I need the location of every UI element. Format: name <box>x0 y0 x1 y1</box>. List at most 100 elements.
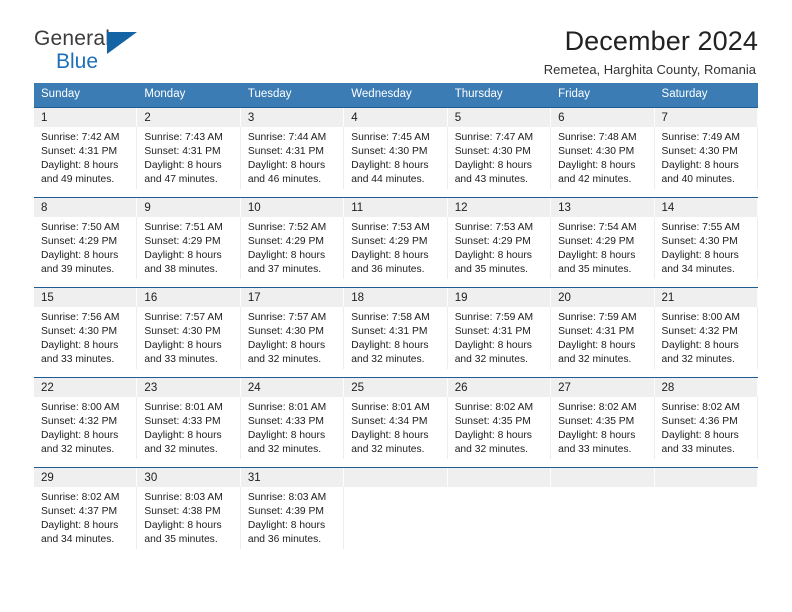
day-cell[interactable]: 2 Sunrise: 7:43 AM Sunset: 4:31 PM Dayli… <box>137 106 241 197</box>
daylight-text-line2: and 46 minutes. <box>247 174 322 186</box>
day-cell[interactable]: 3 Sunrise: 7:44 AM Sunset: 4:31 PM Dayli… <box>240 106 345 197</box>
week-row: 15 Sunrise: 7:56 AM Sunset: 4:30 PM Dayl… <box>34 286 758 377</box>
sunrise-text: Sunrise: 7:43 AM <box>144 131 223 143</box>
sunrise-text: Sunrise: 7:59 AM <box>558 311 637 323</box>
day-cell[interactable]: 22 Sunrise: 8:00 AM Sunset: 4:32 PM Dayl… <box>34 376 138 467</box>
day-number: 24 <box>240 377 345 397</box>
day-details: Sunrise: 7:47 AM Sunset: 4:30 PM Dayligh… <box>448 126 552 190</box>
day-number: 19 <box>447 287 552 307</box>
brand-logo[interactable]: General Blue <box>34 26 154 72</box>
day-number: 21 <box>654 287 758 307</box>
day-cell[interactable]: 26 Sunrise: 8:02 AM Sunset: 4:35 PM Dayl… <box>447 376 552 467</box>
day-cell[interactable]: 11 Sunrise: 7:53 AM Sunset: 4:29 PM Dayl… <box>344 196 448 287</box>
day-number: 22 <box>34 377 138 397</box>
day-details: Sunrise: 7:57 AM Sunset: 4:30 PM Dayligh… <box>241 306 345 370</box>
sunset-text: Sunset: 4:34 PM <box>351 415 428 427</box>
day-cell[interactable]: 25 Sunrise: 8:01 AM Sunset: 4:34 PM Dayl… <box>344 376 448 467</box>
day-number: 31 <box>240 467 345 487</box>
sunrise-text: Sunrise: 8:00 AM <box>661 311 740 323</box>
day-cell[interactable]: 6 Sunrise: 7:48 AM Sunset: 4:30 PM Dayli… <box>551 106 655 197</box>
sunset-text: Sunset: 4:30 PM <box>661 145 738 157</box>
sunset-text: Sunset: 4:31 PM <box>41 145 118 157</box>
daylight-text-line1: Daylight: 8 hours <box>454 159 532 171</box>
sunrise-text: Sunrise: 7:48 AM <box>558 131 637 143</box>
day-details: Sunrise: 8:02 AM Sunset: 4:36 PM Dayligh… <box>655 396 758 460</box>
day-details: Sunrise: 7:53 AM Sunset: 4:29 PM Dayligh… <box>344 216 448 280</box>
day-number <box>447 467 552 487</box>
sunrise-text: Sunrise: 7:52 AM <box>247 221 327 233</box>
day-cell[interactable]: 15 Sunrise: 7:56 AM Sunset: 4:30 PM Dayl… <box>34 286 138 377</box>
daylight-text-line2: and 39 minutes. <box>41 264 115 276</box>
day-cell[interactable]: 9 Sunrise: 7:51 AM Sunset: 4:29 PM Dayli… <box>137 196 241 287</box>
day-cell[interactable]: 19 Sunrise: 7:59 AM Sunset: 4:31 PM Dayl… <box>447 286 552 377</box>
day-cell[interactable]: 27 Sunrise: 8:02 AM Sunset: 4:35 PM Dayl… <box>551 376 655 467</box>
daylight-text-line2: and 35 minutes. <box>454 264 528 276</box>
day-cell[interactable]: 21 Sunrise: 8:00 AM Sunset: 4:32 PM Dayl… <box>654 286 758 377</box>
sunset-text: Sunset: 4:37 PM <box>41 505 118 517</box>
day-cell[interactable]: 8 Sunrise: 7:50 AM Sunset: 4:29 PM Dayli… <box>34 196 138 287</box>
sunrise-text: Sunrise: 8:03 AM <box>144 491 223 503</box>
daylight-text-line2: and 34 minutes. <box>41 534 115 546</box>
daylight-text-line1: Daylight: 8 hours <box>144 519 222 531</box>
day-cell[interactable]: 20 Sunrise: 7:59 AM Sunset: 4:31 PM Dayl… <box>551 286 655 377</box>
day-cell[interactable]: 31 Sunrise: 8:03 AM Sunset: 4:39 PM Dayl… <box>240 466 345 557</box>
daylight-text-line1: Daylight: 8 hours <box>247 519 326 531</box>
daylight-text-line2: and 32 minutes. <box>144 444 218 456</box>
sunset-text: Sunset: 4:30 PM <box>41 325 118 337</box>
sunset-text: Sunset: 4:30 PM <box>558 145 635 157</box>
sunset-text: Sunset: 4:32 PM <box>661 325 738 337</box>
day-cell[interactable]: 17 Sunrise: 7:57 AM Sunset: 4:30 PM Dayl… <box>240 286 345 377</box>
day-cell[interactable]: 12 Sunrise: 7:53 AM Sunset: 4:29 PM Dayl… <box>447 196 552 287</box>
sunrise-text: Sunrise: 7:42 AM <box>41 131 120 143</box>
sunset-text: Sunset: 4:33 PM <box>247 415 324 427</box>
sunset-text: Sunset: 4:36 PM <box>661 415 738 427</box>
day-details: Sunrise: 7:52 AM Sunset: 4:29 PM Dayligh… <box>241 216 345 280</box>
day-cell[interactable]: 5 Sunrise: 7:47 AM Sunset: 4:30 PM Dayli… <box>447 106 552 197</box>
day-number: 2 <box>137 107 241 127</box>
daylight-text-line2: and 36 minutes. <box>247 534 322 546</box>
sunrise-text: Sunrise: 7:47 AM <box>454 131 534 143</box>
daylight-text-line2: and 33 minutes. <box>144 354 218 366</box>
day-details: Sunrise: 7:48 AM Sunset: 4:30 PM Dayligh… <box>551 126 655 190</box>
weekday-header-tuesday: Tuesday <box>240 83 345 107</box>
day-cell[interactable]: 4 Sunrise: 7:45 AM Sunset: 4:30 PM Dayli… <box>344 106 448 197</box>
calendar-body: 1 Sunrise: 7:42 AM Sunset: 4:31 PM Dayli… <box>34 106 758 557</box>
daylight-text-line1: Daylight: 8 hours <box>454 429 532 441</box>
day-cell[interactable]: 24 Sunrise: 8:01 AM Sunset: 4:33 PM Dayl… <box>240 376 345 467</box>
sunset-text: Sunset: 4:31 PM <box>351 325 428 337</box>
day-details: Sunrise: 7:51 AM Sunset: 4:29 PM Dayligh… <box>137 216 241 280</box>
daylight-text-line2: and 32 minutes. <box>661 354 735 366</box>
weekday-header-wednesday: Wednesday <box>344 83 448 107</box>
sunrise-text: Sunrise: 7:45 AM <box>351 131 430 143</box>
calendar-page: General Blue December 2024 Remetea, Harg… <box>0 0 792 612</box>
weekday-header-row: Sunday Monday Tuesday Wednesday Thursday… <box>34 83 758 107</box>
day-cell[interactable]: 10 Sunrise: 7:52 AM Sunset: 4:29 PM Dayl… <box>240 196 345 287</box>
day-cell[interactable]: 28 Sunrise: 8:02 AM Sunset: 4:36 PM Dayl… <box>654 376 758 467</box>
sunset-text: Sunset: 4:30 PM <box>661 235 738 247</box>
daylight-text-line1: Daylight: 8 hours <box>41 249 119 261</box>
day-details: Sunrise: 7:44 AM Sunset: 4:31 PM Dayligh… <box>241 126 345 190</box>
daylight-text-line2: and 40 minutes. <box>661 174 735 186</box>
day-number: 15 <box>34 287 138 307</box>
daylight-text-line1: Daylight: 8 hours <box>144 429 222 441</box>
daylight-text-line1: Daylight: 8 hours <box>661 159 739 171</box>
weekday-header-saturday: Saturday <box>654 83 758 107</box>
day-cell[interactable]: 29 Sunrise: 8:02 AM Sunset: 4:37 PM Dayl… <box>34 466 138 557</box>
day-cell[interactable]: 1 Sunrise: 7:42 AM Sunset: 4:31 PM Dayli… <box>34 106 138 197</box>
sunrise-text: Sunrise: 7:57 AM <box>144 311 223 323</box>
day-number: 18 <box>344 287 448 307</box>
day-details: Sunrise: 7:53 AM Sunset: 4:29 PM Dayligh… <box>448 216 552 280</box>
day-cell[interactable]: 30 Sunrise: 8:03 AM Sunset: 4:38 PM Dayl… <box>137 466 241 557</box>
day-details: Sunrise: 7:45 AM Sunset: 4:30 PM Dayligh… <box>344 126 448 190</box>
day-cell[interactable]: 18 Sunrise: 7:58 AM Sunset: 4:31 PM Dayl… <box>344 286 448 377</box>
day-cell[interactable]: 23 Sunrise: 8:01 AM Sunset: 4:33 PM Dayl… <box>137 376 241 467</box>
day-cell[interactable]: 13 Sunrise: 7:54 AM Sunset: 4:29 PM Dayl… <box>551 196 655 287</box>
sunset-text: Sunset: 4:30 PM <box>351 145 428 157</box>
daylight-text-line1: Daylight: 8 hours <box>144 159 222 171</box>
sunset-text: Sunset: 4:35 PM <box>454 415 531 427</box>
day-cell[interactable]: 14 Sunrise: 7:55 AM Sunset: 4:30 PM Dayl… <box>654 196 758 287</box>
sunrise-text: Sunrise: 7:56 AM <box>41 311 120 323</box>
day-cell[interactable]: 16 Sunrise: 7:57 AM Sunset: 4:30 PM Dayl… <box>137 286 241 377</box>
day-cell[interactable]: 7 Sunrise: 7:49 AM Sunset: 4:30 PM Dayli… <box>654 106 758 197</box>
sunrise-text: Sunrise: 7:54 AM <box>558 221 637 233</box>
